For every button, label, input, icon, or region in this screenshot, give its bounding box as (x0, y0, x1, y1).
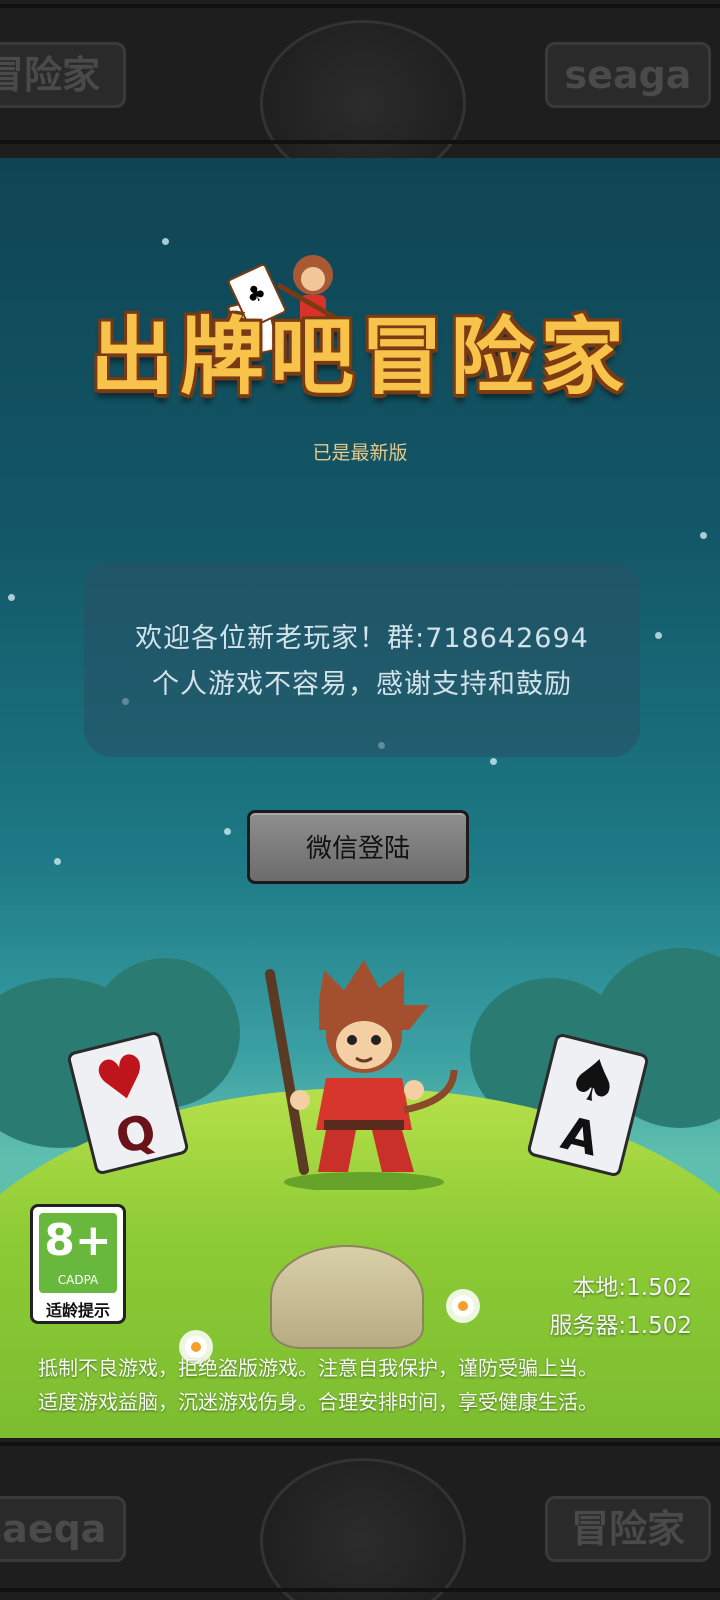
band-emblem (260, 1458, 466, 1600)
age-rating-badge: 8+ CADPA 适龄提示 (30, 1204, 126, 1324)
monkey-character-icon (265, 960, 458, 1190)
sparkle (224, 828, 231, 835)
band-plate-left: 冒险家 (0, 42, 126, 108)
band-emblem (260, 20, 466, 158)
rock (270, 1245, 424, 1349)
notice-panel: 欢迎各位新老玩家！群:718642694 个人游戏不容易，感谢支持和鼓励 (84, 562, 640, 757)
band-stripe (0, 140, 720, 144)
local-version: 本地:1.502 (572, 1275, 692, 1301)
sparkle (700, 532, 707, 539)
sparkle (8, 594, 15, 601)
health-notice-line-2: 适度游戏益脑，沉迷游戏伤身。合理安排时间，享受健康生活。 (38, 1390, 598, 1414)
band-plate-right: 冒险家 (545, 1496, 711, 1562)
wechat-login-button[interactable]: 微信登陆 (247, 810, 469, 884)
notice-line-2: 个人游戏不容易，感谢支持和鼓励 (152, 669, 572, 700)
logo-title: 出牌吧冒险家 (89, 308, 630, 406)
age-rating-label: 适龄提示 (45, 1301, 110, 1320)
band-stripe (0, 1442, 720, 1446)
band-plate-left: saeqa (0, 1496, 126, 1562)
age-rating-value: 8+ (44, 1215, 112, 1266)
game-logo: ♥ ♣ 出牌吧冒险家 (88, 245, 632, 415)
sparkle (490, 758, 497, 765)
bottom-decor-band: saeqa 冒险家 (0, 1438, 720, 1600)
sparkle (162, 238, 169, 245)
flower-icon (452, 1295, 474, 1317)
sparkle (655, 632, 662, 639)
notice-line-1: 欢迎各位新老玩家！群:718642694 (135, 623, 589, 654)
band-plate-right: seaga (545, 42, 711, 108)
sparkle (54, 858, 61, 865)
version-status: 已是最新版 (312, 442, 408, 464)
server-version: 服务器:1.502 (549, 1313, 692, 1339)
age-rating-org: CADPA (57, 1273, 99, 1287)
health-notice-line-1: 抵制不良游戏，拒绝盗版游戏。注意自我保护，谨防受骗上当。 (38, 1356, 598, 1380)
band-stripe (0, 1588, 720, 1592)
band-stripe (0, 4, 720, 8)
top-decor-band: 冒险家 seaga (0, 0, 720, 158)
